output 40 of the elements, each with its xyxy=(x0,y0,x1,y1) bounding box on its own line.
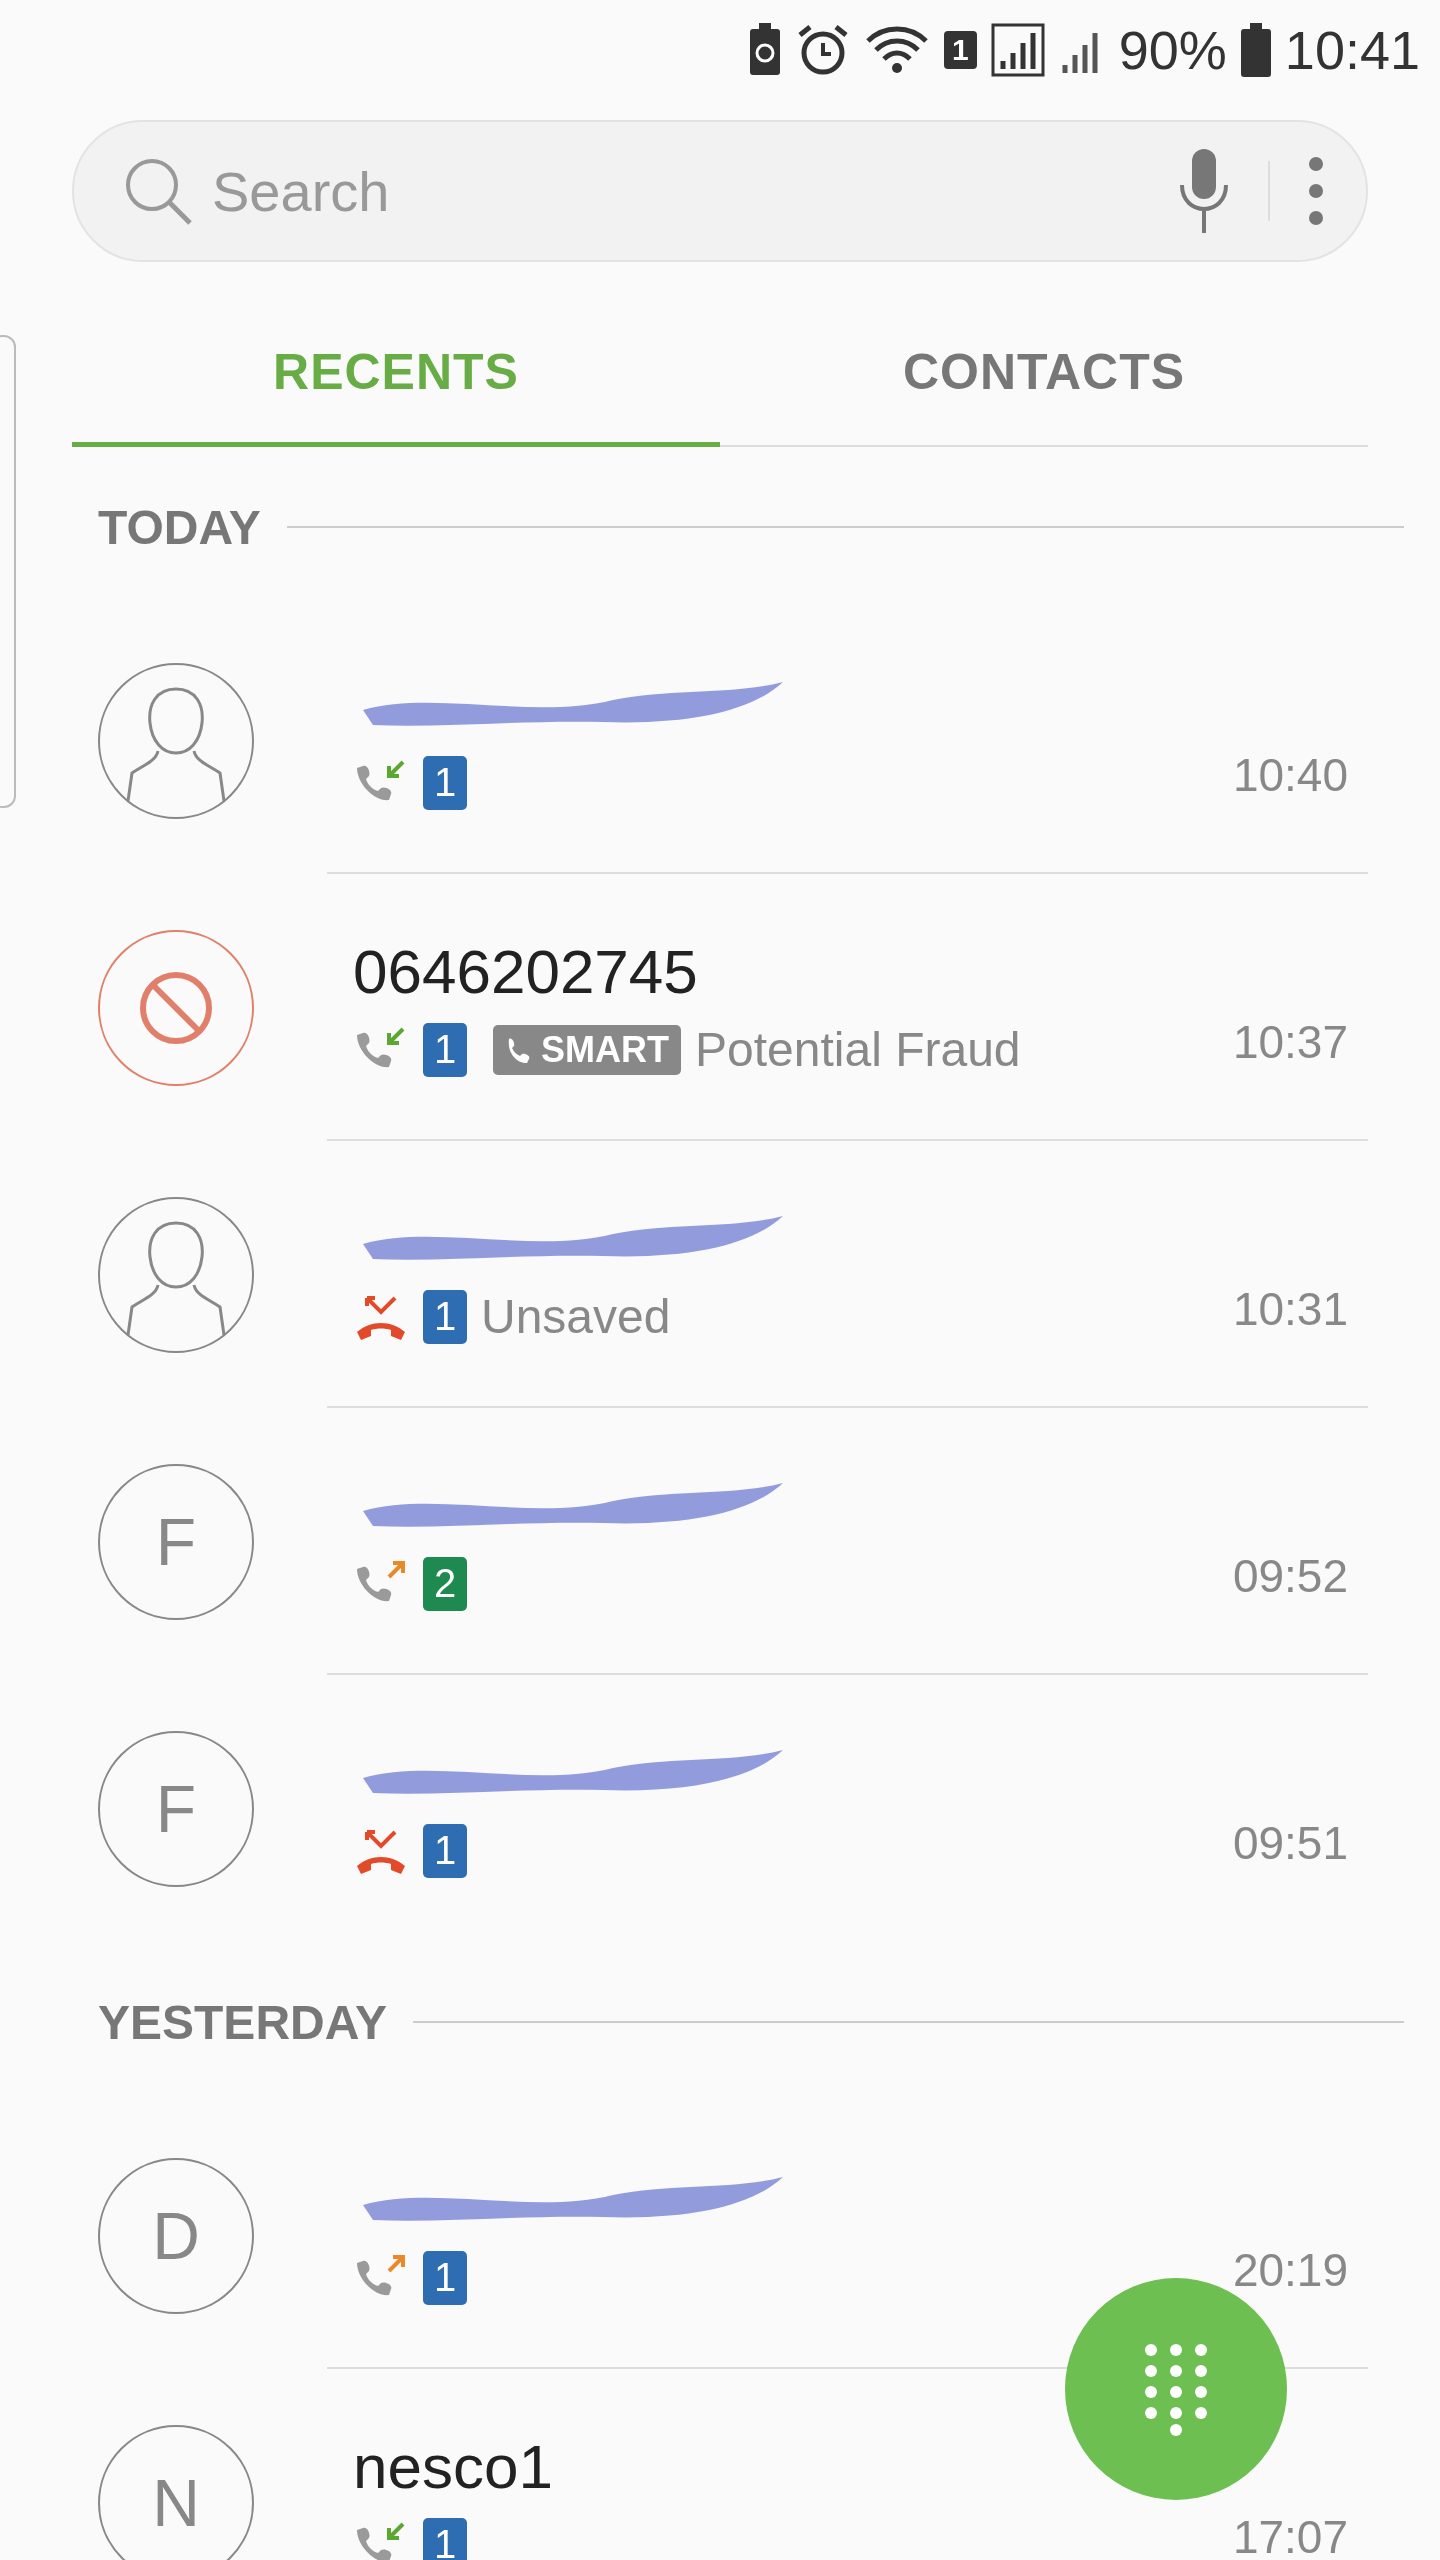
search-bar[interactable]: Search xyxy=(72,120,1368,262)
blocked-icon xyxy=(138,969,214,1046)
section-header: TODAY xyxy=(98,499,261,555)
contact-avatar[interactable]: N xyxy=(98,2424,254,2560)
search-field[interactable]: Search xyxy=(210,157,1176,225)
sim-badge: 1 xyxy=(423,1289,467,1344)
contact-avatar[interactable]: D xyxy=(98,2157,254,2314)
call-time: 09:52 xyxy=(1232,1549,1348,1603)
clock-time: 10:41 xyxy=(1284,19,1420,81)
contact-avatar[interactable]: F xyxy=(98,1730,254,1887)
contact-avatar[interactable] xyxy=(98,662,254,819)
call-detail: Potential Fraud xyxy=(695,1022,1021,1077)
sim-badge: 1 xyxy=(423,2250,467,2305)
sim-badge: 1 xyxy=(423,2517,467,2560)
caller-name: 0646202745 xyxy=(353,936,698,1007)
sim-badge: 1 xyxy=(423,755,467,810)
contact-avatar[interactable] xyxy=(98,1196,254,1353)
section-header: YESTERDAY xyxy=(98,1994,387,2050)
sim-badge: 1 xyxy=(423,1823,467,1878)
signal-icon xyxy=(990,23,1045,77)
call-time: 10:37 xyxy=(1232,1015,1348,1069)
contact-avatar[interactable] xyxy=(98,929,254,1086)
call-time: 09:51 xyxy=(1232,1816,1348,1870)
battery-percentage: 90% xyxy=(1118,19,1227,81)
sim-badge: 2 xyxy=(423,1556,467,1611)
more-options-icon[interactable] xyxy=(1306,156,1326,226)
sim-badge: 1 xyxy=(423,1022,467,1077)
tab[interactable]: CONTACTS xyxy=(720,302,1368,447)
call-detail: Unsaved xyxy=(481,1289,671,1344)
tab[interactable]: RECENTS xyxy=(72,302,720,447)
sim-indicator: 1 xyxy=(944,31,977,69)
contact-avatar[interactable]: F xyxy=(98,1463,254,1620)
battery-icon xyxy=(1240,23,1271,77)
call-time: 20:19 xyxy=(1232,2243,1348,2297)
caller-name: nesco1 xyxy=(353,2431,553,2502)
battery-saver-icon xyxy=(748,23,783,77)
call-time: 10:40 xyxy=(1232,748,1348,802)
call-time: 17:07 xyxy=(1232,2510,1348,2560)
smart-call-badge: SMART xyxy=(493,1024,681,1075)
call-time: 10:31 xyxy=(1232,1282,1348,1336)
